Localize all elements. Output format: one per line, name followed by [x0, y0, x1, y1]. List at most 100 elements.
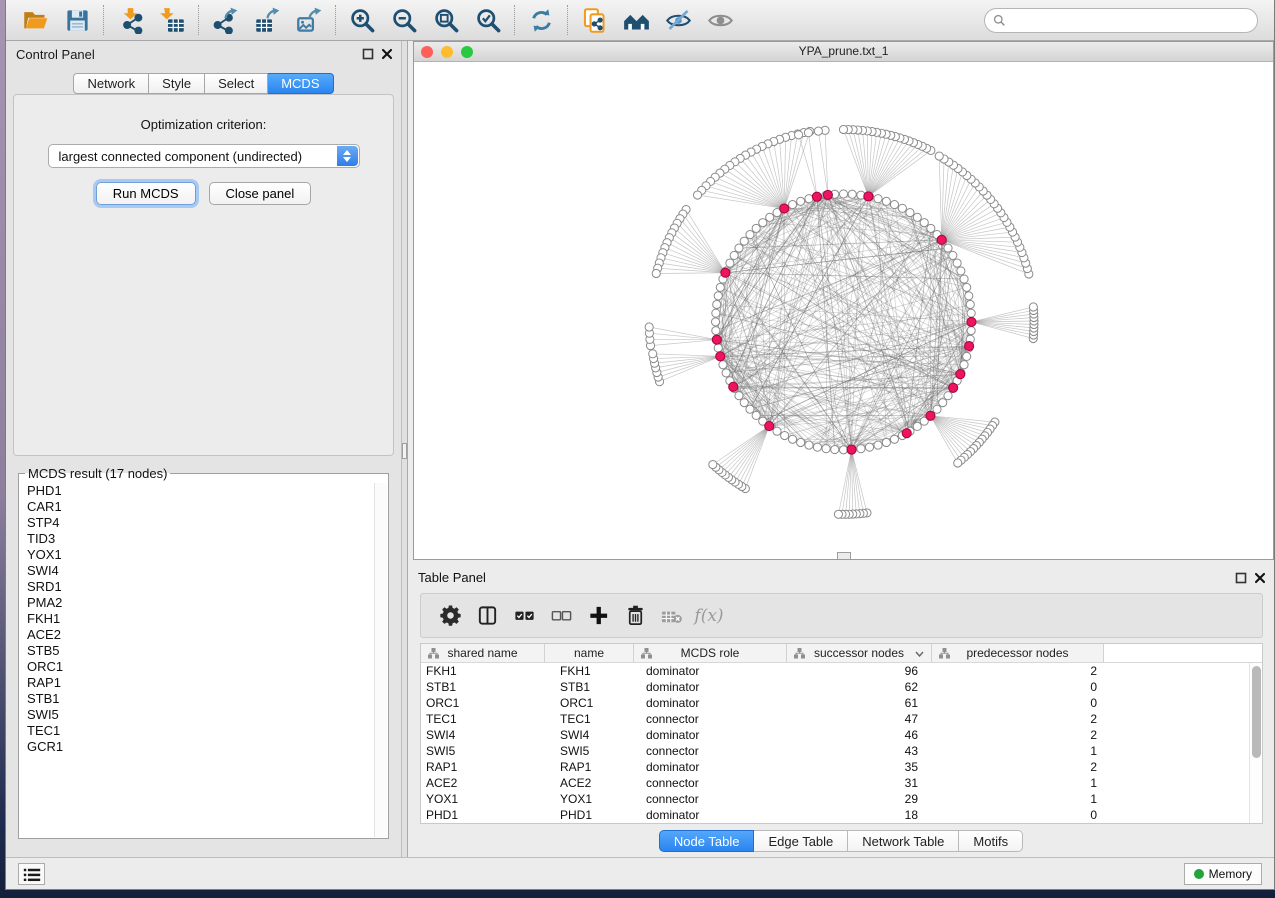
- first-neighbors-button[interactable]: [615, 3, 657, 37]
- table-row[interactable]: STB1STB1dominator620: [421, 679, 1249, 695]
- table-cell: 1: [932, 775, 1104, 791]
- table-row[interactable]: RAP1RAP1dominator352: [421, 759, 1249, 775]
- result-node-item[interactable]: PMA2: [20, 595, 374, 611]
- table-cell: 2: [932, 663, 1104, 679]
- delete-columns-button[interactable]: [620, 600, 650, 632]
- toolbar-separator: [335, 5, 336, 35]
- table-cell: connector: [634, 743, 787, 759]
- result-node-item[interactable]: TEC1: [20, 723, 374, 739]
- zoom-selected-button[interactable]: [467, 3, 509, 37]
- result-node-item[interactable]: TID3: [20, 531, 374, 547]
- close-panel-icon[interactable]: [381, 48, 393, 60]
- result-node-item[interactable]: YOX1: [20, 547, 374, 563]
- result-node-item[interactable]: ORC1: [20, 659, 374, 675]
- tab-motifs[interactable]: Motifs: [959, 830, 1023, 852]
- table-cell: STB1: [545, 679, 634, 695]
- table-scrollbar[interactable]: [1249, 663, 1262, 823]
- result-node-item[interactable]: ACE2: [20, 627, 374, 643]
- open-file-button[interactable]: [14, 3, 56, 37]
- table-row[interactable]: PHD1PHD1dominator180: [421, 807, 1249, 823]
- clone-network-icon: [581, 7, 608, 34]
- search-box[interactable]: [984, 8, 1258, 33]
- save-session-button[interactable]: [56, 3, 98, 37]
- close-panel-button[interactable]: Close panel: [209, 182, 312, 205]
- refresh-button[interactable]: [520, 3, 562, 37]
- table-row[interactable]: YOX1YOX1connector291: [421, 791, 1249, 807]
- splitter-grip[interactable]: [402, 443, 407, 459]
- minimize-window-button[interactable]: [441, 46, 453, 58]
- close-window-button[interactable]: [421, 46, 433, 58]
- result-node-item[interactable]: STB5: [20, 643, 374, 659]
- criterion-dropdown[interactable]: largest connected component (undirected): [48, 144, 360, 168]
- tab-select[interactable]: Select: [205, 73, 268, 94]
- zoom-fit-button[interactable]: [425, 3, 467, 37]
- result-scrollbar[interactable]: [374, 483, 387, 837]
- run-mcds-button[interactable]: Run MCDS: [96, 182, 196, 205]
- open-file-icon: [22, 7, 49, 34]
- network-view-window: YPA_prune.txt_1: [413, 41, 1274, 560]
- table-cell: 1: [932, 743, 1104, 759]
- deselect-all-button[interactable]: [546, 600, 576, 632]
- column-header-name[interactable]: name: [545, 644, 634, 662]
- table-cell: 62: [787, 679, 932, 695]
- network-canvas[interactable]: [414, 62, 1273, 559]
- column-header-MCDS-role[interactable]: MCDS role: [634, 644, 787, 662]
- hide-selected-button[interactable]: [657, 3, 699, 37]
- table-row[interactable]: TEC1TEC1connector472: [421, 711, 1249, 727]
- result-node-item[interactable]: SWI5: [20, 707, 374, 723]
- table-row[interactable]: ORC1ORC1dominator610: [421, 695, 1249, 711]
- zoom-out-button[interactable]: [383, 3, 425, 37]
- zoom-in-button[interactable]: [341, 3, 383, 37]
- table-cell: 29: [787, 791, 932, 807]
- import-table-button[interactable]: [151, 3, 193, 37]
- column-header-successor-nodes[interactable]: successor nodes: [787, 644, 932, 662]
- table-row[interactable]: ACE2ACE2connector311: [421, 775, 1249, 791]
- task-history-button[interactable]: [18, 863, 45, 885]
- result-node-item[interactable]: FKH1: [20, 611, 374, 627]
- table-cell: 0: [932, 695, 1104, 711]
- list-icon: [23, 867, 41, 882]
- clone-network-button[interactable]: [573, 3, 615, 37]
- column-header-shared-name[interactable]: shared name: [421, 644, 545, 662]
- export-network-button[interactable]: [204, 3, 246, 37]
- result-node-item[interactable]: STB1: [20, 691, 374, 707]
- result-node-item[interactable]: RAP1: [20, 675, 374, 691]
- table-scrollbar-thumb[interactable]: [1252, 666, 1261, 758]
- float-table-panel-icon[interactable]: [1235, 572, 1247, 584]
- result-node-item[interactable]: SRD1: [20, 579, 374, 595]
- table-cell: dominator: [634, 727, 787, 743]
- show-columns-button[interactable]: [472, 600, 502, 632]
- horizontal-splitter-grip[interactable]: [837, 552, 851, 559]
- zoom-window-button[interactable]: [461, 46, 473, 58]
- result-node-item[interactable]: GCR1: [20, 739, 374, 755]
- result-node-item[interactable]: PHD1: [20, 483, 374, 499]
- result-node-item[interactable]: CAR1: [20, 499, 374, 515]
- result-node-item[interactable]: STP4: [20, 515, 374, 531]
- tab-mcds[interactable]: MCDS: [268, 73, 333, 94]
- tab-node-table[interactable]: Node Table: [659, 830, 755, 852]
- float-panel-icon[interactable]: [362, 48, 374, 60]
- zoom-out-icon: [391, 7, 418, 34]
- tab-network[interactable]: Network: [73, 73, 149, 94]
- search-input[interactable]: [1011, 11, 1257, 31]
- memory-button[interactable]: Memory: [1184, 863, 1262, 885]
- show-all-button[interactable]: [699, 3, 741, 37]
- table-settings-button[interactable]: [435, 600, 465, 632]
- table-cell: SWI4: [545, 727, 634, 743]
- export-image-button[interactable]: [288, 3, 330, 37]
- close-table-panel-icon[interactable]: [1254, 572, 1266, 584]
- select-all-button[interactable]: [509, 600, 539, 632]
- table-row[interactable]: SWI5SWI5connector431: [421, 743, 1249, 759]
- import-network-button[interactable]: [109, 3, 151, 37]
- tab-edge-table[interactable]: Edge Table: [754, 830, 848, 852]
- column-header-predecessor-nodes[interactable]: predecessor nodes: [932, 644, 1104, 662]
- table-row[interactable]: SWI4SWI4dominator462: [421, 727, 1249, 743]
- table-row[interactable]: FKH1FKH1dominator962: [421, 663, 1249, 679]
- panel-splitter[interactable]: [401, 41, 408, 857]
- tab-style[interactable]: Style: [149, 73, 205, 94]
- add-column-button[interactable]: [583, 600, 613, 632]
- import-network-icon: [117, 7, 144, 34]
- tab-network-table[interactable]: Network Table: [848, 830, 959, 852]
- result-node-item[interactable]: SWI4: [20, 563, 374, 579]
- export-table-button[interactable]: [246, 3, 288, 37]
